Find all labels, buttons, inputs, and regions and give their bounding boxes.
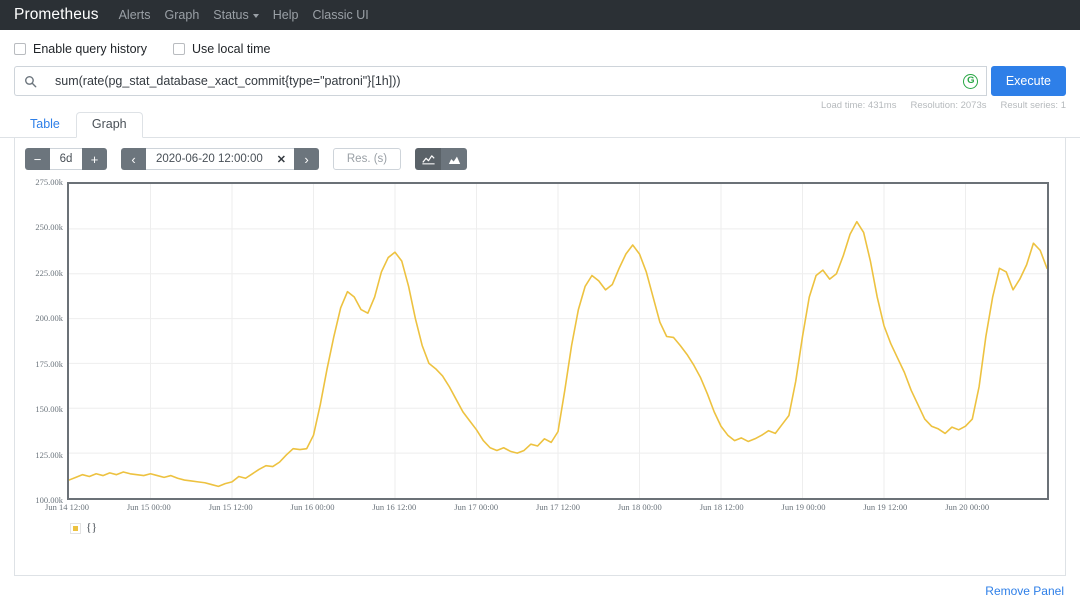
x-axis-labels: Jun 14 12:00 Jun 15 00:00 Jun 15 12:00 Jun …: [45, 502, 1049, 516]
x-axis-tick-label: Jun 16 12:00: [372, 502, 417, 512]
x-axis-tick-label: Jun 18 00:00: [617, 502, 662, 512]
query-stats: Load time: 431ms Resolution: 2073s Resul…: [0, 96, 1080, 111]
query-options-row: Enable query history Use local time: [0, 30, 1080, 66]
graph-chart: 100.00k 125.00k 150.00k 175.00k 200.00k 225.0…: [25, 177, 1055, 512]
nav-link-status-label: Status: [213, 8, 249, 22]
navbar: Prometheus Alerts Graph Status Help Clas…: [0, 0, 1080, 30]
query-input[interactable]: sum(rate(pg_stat_database_xact_commit{ty…: [45, 66, 956, 96]
nav-link-alerts-label: Alerts: [118, 8, 151, 22]
use-local-time-option[interactable]: Use local time: [172, 42, 271, 56]
tab-table[interactable]: Table: [14, 112, 76, 138]
enable-query-history-option[interactable]: Enable query history: [14, 42, 147, 56]
result-series-text: Result series: 1: [1000, 100, 1066, 111]
graph-controls: − 6d + ‹ 2020-06-20 12:00:00 ✕ › Res. (s…: [15, 138, 1065, 178]
resolution-text: Resolution: 2073s: [910, 100, 987, 111]
end-time-value: 2020-06-20 12:00:00: [156, 153, 263, 165]
load-time-text: Load time: 431ms: [820, 100, 897, 111]
plot-svg: [69, 184, 1047, 498]
y-axis-tick-label: 225.00k: [35, 267, 63, 278]
x-axis-tick-label: Jun 20 00:00: [945, 502, 990, 512]
x-axis-tick-label: Jun 15 12:00: [208, 502, 253, 512]
x-axis-tick-label: Jun 17 12:00: [536, 502, 580, 512]
x-axis-tick-label: Jun 17 00:00: [454, 502, 499, 512]
search-icon: [14, 66, 45, 96]
chart-type-toggle-group: [415, 148, 467, 170]
range-input[interactable]: 6d: [50, 148, 82, 170]
result-tabs: Table Graph: [0, 111, 1080, 138]
nav-link-help-label: Help: [272, 8, 299, 22]
x-axis-tick-label: Jun 18 12:00: [699, 502, 744, 512]
x-axis-tick-label: Jun 16 00:00: [290, 502, 335, 512]
resolution-input[interactable]: Res. (s): [333, 148, 401, 170]
nav-link-classic-ui-label: Classic UI: [312, 8, 369, 22]
x-axis-tick-label: Jun 19 00:00: [781, 502, 826, 512]
nav-link-alerts[interactable]: Alerts: [119, 8, 151, 22]
x-axis-tick-label: Jun 15 00:00: [126, 502, 171, 512]
y-axis-tick-label: 125.00k: [35, 449, 63, 460]
nav-link-classic-ui[interactable]: Classic UI: [312, 8, 368, 22]
previous-time-button[interactable]: ‹: [121, 148, 146, 170]
decrease-range-button[interactable]: −: [25, 148, 50, 170]
enable-query-history-label: Enable query history: [33, 42, 147, 56]
remove-panel-link[interactable]: Remove Panel: [985, 584, 1064, 598]
nav-link-help[interactable]: Help: [273, 8, 299, 22]
panel-footer: Remove Panel: [0, 576, 1080, 598]
y-axis-tick-label: 250.00k: [35, 222, 63, 233]
clear-time-icon[interactable]: ✕: [277, 153, 286, 166]
chevron-down-icon: [252, 13, 259, 18]
enable-query-history-checkbox[interactable]: [14, 43, 26, 55]
use-local-time-label: Use local time: [191, 42, 271, 56]
increase-range-button[interactable]: +: [82, 148, 107, 170]
legend-label: {}: [86, 522, 98, 534]
gridlines: [69, 184, 1047, 498]
legend-color-swatch: [70, 522, 81, 534]
nav-link-status[interactable]: Status: [213, 8, 259, 22]
graph-panel: − 6d + ‹ 2020-06-20 12:00:00 ✕ › Res. (s…: [14, 138, 1066, 576]
brand-logo[interactable]: Prometheus: [14, 6, 99, 24]
plot-area[interactable]: [67, 182, 1049, 500]
y-axis-tick-label: 175.00k: [35, 358, 63, 369]
query-status-indicator: G: [955, 66, 987, 96]
nav-link-graph[interactable]: Graph: [165, 8, 200, 22]
tab-graph[interactable]: Graph: [75, 112, 143, 138]
nav-link-graph-label: Graph: [164, 8, 200, 22]
x-axis-tick-label: Jun 14 12:00: [45, 502, 89, 512]
range-control-group: − 6d +: [25, 148, 107, 170]
y-axis-tick-label: 275.00k: [35, 177, 63, 187]
execute-button[interactable]: Execute: [990, 66, 1066, 96]
use-local-time-checkbox[interactable]: [172, 43, 185, 55]
end-time-input[interactable]: 2020-06-20 12:00:00 ✕: [146, 148, 294, 170]
query-row: sum(rate(pg_stat_database_xact_commit{ty…: [0, 66, 1080, 96]
y-axis-labels: 100.00k 125.00k 150.00k 175.00k 200.00k 225.0…: [25, 177, 67, 505]
time-control-group: ‹ 2020-06-20 12:00:00 ✕ ›: [121, 148, 319, 170]
next-time-button[interactable]: ›: [294, 148, 319, 170]
metric-explorer-icon[interactable]: G: [963, 73, 979, 89]
y-axis-tick-label: 200.00k: [35, 313, 63, 324]
stacked-chart-icon[interactable]: [441, 148, 467, 170]
y-axis-tick-label: 150.00k: [35, 404, 63, 415]
line-chart-icon[interactable]: [415, 148, 441, 170]
x-axis-tick-label: Jun 19 12:00: [863, 502, 908, 512]
